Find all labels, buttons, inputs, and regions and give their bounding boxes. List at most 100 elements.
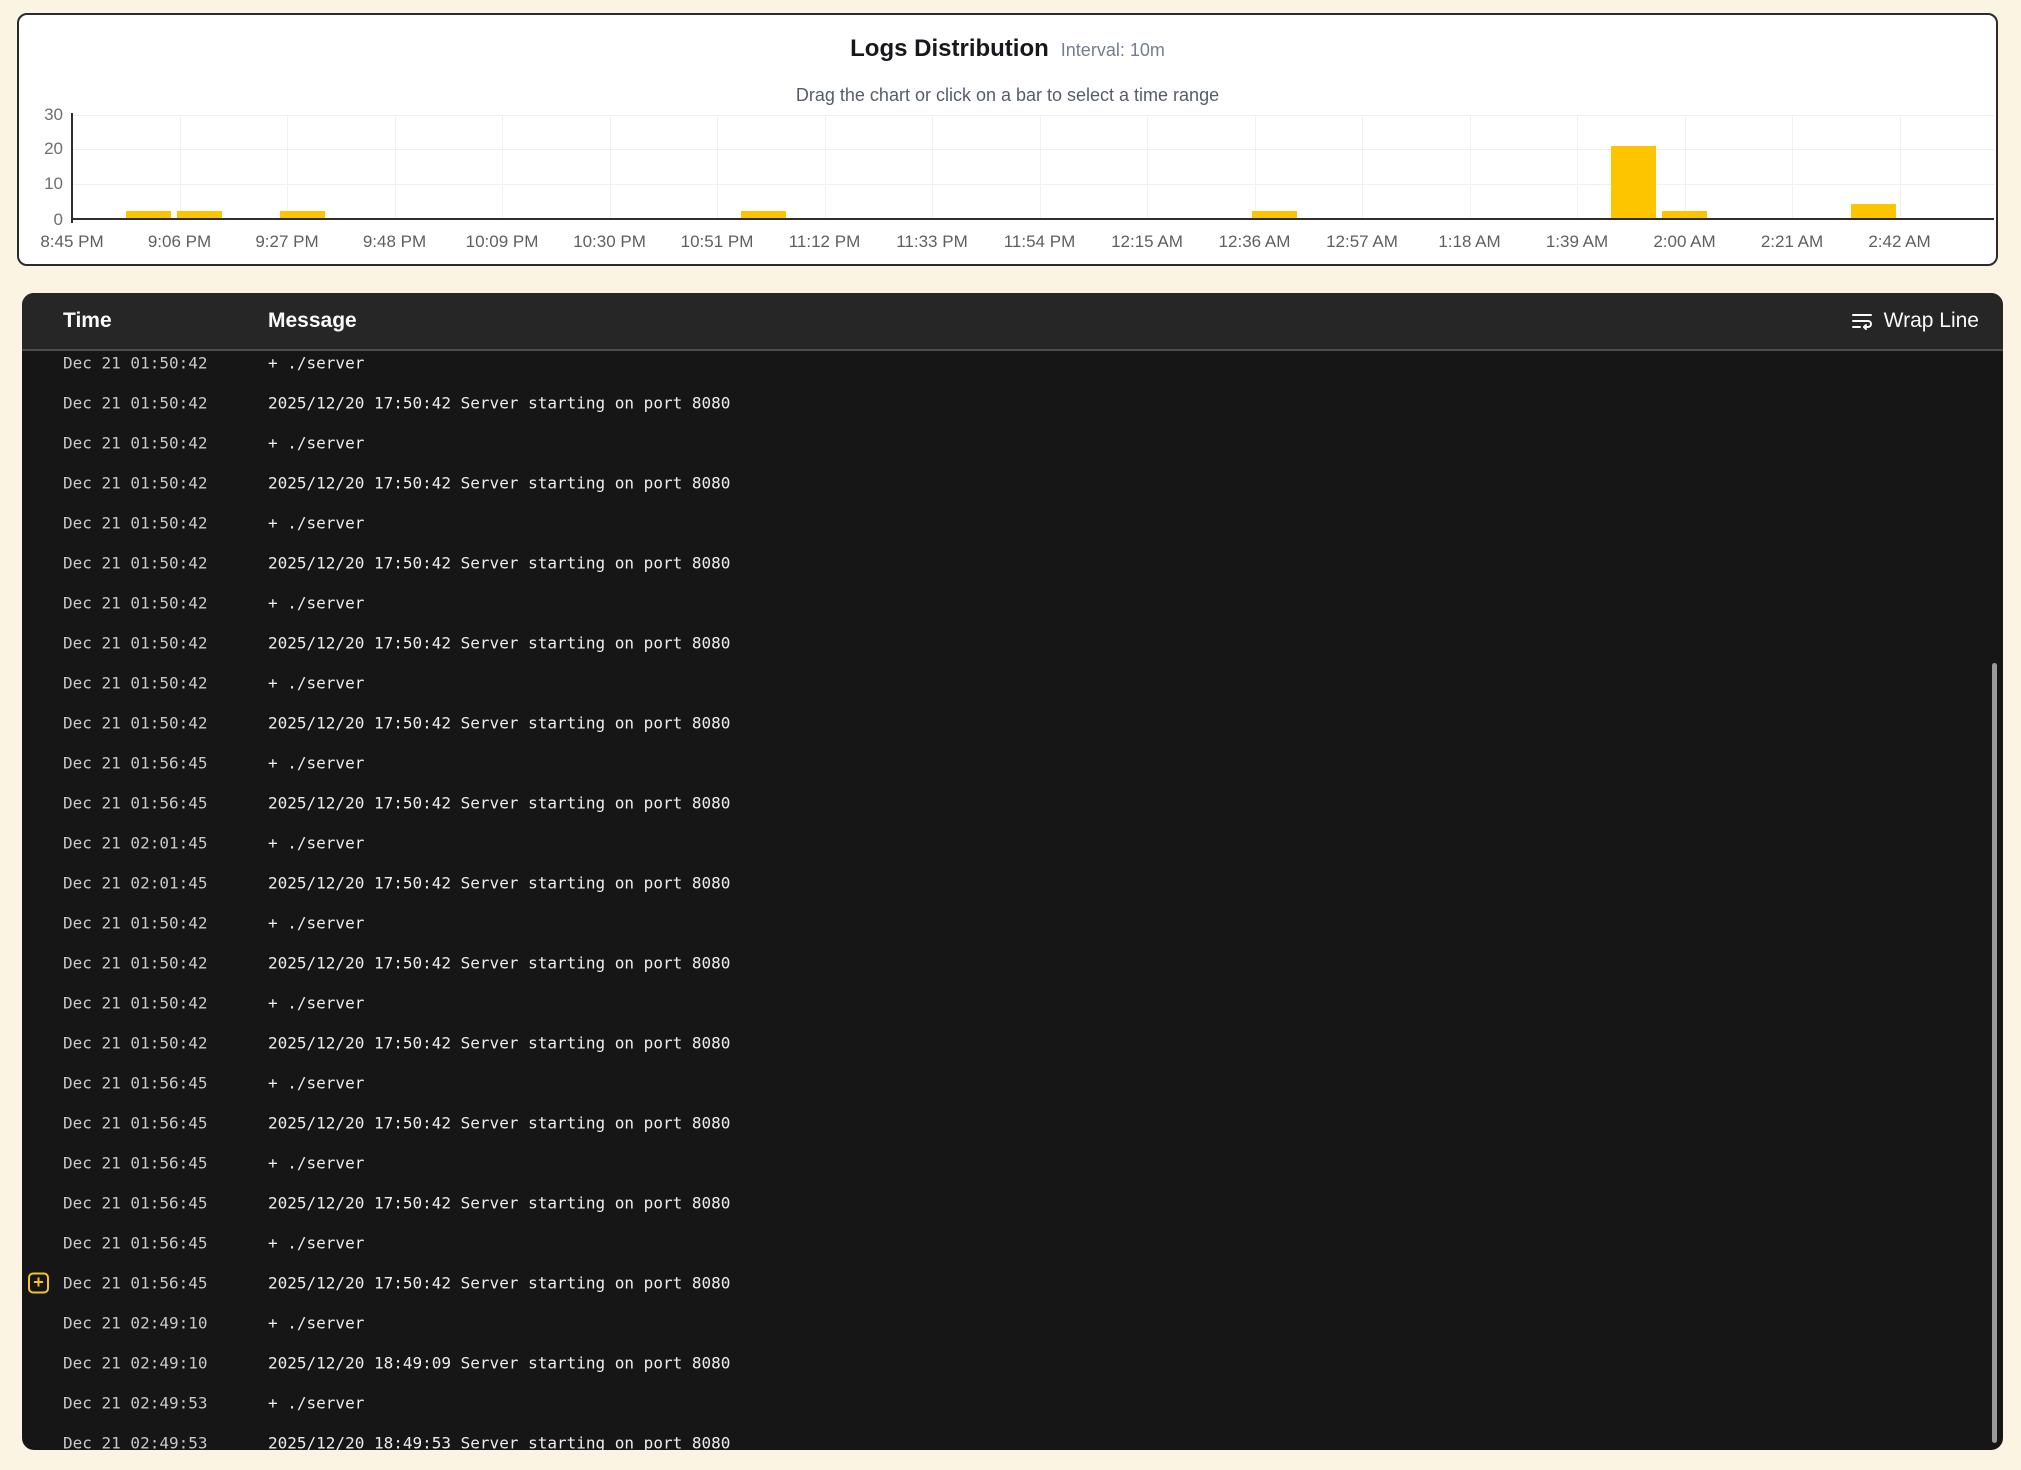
log-row[interactable]: Dec 21 01:50:42 2025/12/20 17:50:42 Serve… bbox=[22, 623, 2003, 663]
log-time-cell: Dec 21 02:01:45 bbox=[63, 874, 208, 893]
log-message-cell: + ./server bbox=[268, 514, 364, 533]
log-message-cell: 2025/12/20 17:50:42 Server starting on p… bbox=[268, 714, 730, 733]
log-row[interactable]: Dec 21 01:56:45 + ./server bbox=[22, 743, 2003, 783]
log-message-cell: + ./server bbox=[268, 754, 364, 773]
log-message-cell: + ./server bbox=[268, 1394, 364, 1413]
log-time-cell: Dec 21 01:50:42 bbox=[63, 554, 208, 573]
x-axis-tick-label: 2:42 AM bbox=[1845, 232, 1955, 252]
log-message-cell: 2025/12/20 18:49:53 Server starting on p… bbox=[268, 1434, 730, 1451]
log-row[interactable]: Dec 21 01:50:42 2025/12/20 17:50:42 Serve… bbox=[22, 943, 2003, 983]
log-time-cell: Dec 21 02:49:10 bbox=[63, 1314, 208, 1333]
log-row[interactable]: Dec 21 01:50:42 + ./server bbox=[22, 583, 2003, 623]
log-row[interactable]: Dec 21 02:01:45+ ./server bbox=[22, 823, 2003, 863]
histogram-bar[interactable] bbox=[741, 211, 786, 218]
histogram-bar[interactable] bbox=[126, 211, 171, 218]
log-message-cell: 2025/12/20 17:50:42 Server starting on p… bbox=[268, 634, 730, 653]
vertical-scrollbar-thumb[interactable] bbox=[1992, 663, 1997, 1443]
log-message-cell: 2025/12/20 17:50:42 Server starting on p… bbox=[268, 474, 730, 493]
x-axis-tick-label: 11:12 PM bbox=[770, 232, 880, 252]
x-axis-tick-label: 9:06 PM bbox=[125, 232, 235, 252]
log-time-cell: Dec 21 01:50:42 bbox=[63, 474, 208, 493]
log-time-cell: Dec 21 01:50:42 bbox=[63, 994, 208, 1013]
log-message-cell: + ./server bbox=[268, 434, 364, 453]
histogram-bar[interactable] bbox=[1611, 146, 1656, 218]
log-time-cell: Dec 21 01:50:42 bbox=[63, 714, 208, 733]
log-row[interactable]: Dec 21 01:50:422025/12/20 17:50:42 Serve… bbox=[22, 1023, 2003, 1063]
log-message-cell: + ./server bbox=[268, 674, 364, 693]
log-row[interactable]: Dec 21 01:56:45 + ./server bbox=[22, 1063, 2003, 1103]
log-row[interactable]: Dec 21 02:01:45 2025/12/20 17:50:42 Serve… bbox=[22, 863, 2003, 903]
log-row[interactable]: Dec 21 02:49:532025/12/20 18:49:53 Serve… bbox=[22, 1423, 2003, 1450]
histogram-bar[interactable] bbox=[1851, 204, 1896, 218]
x-axis-tick-label: 10:09 PM bbox=[447, 232, 557, 252]
log-row[interactable]: Dec 21 01:56:45 2025/12/20 17:50:42 Serve… bbox=[22, 1183, 2003, 1223]
log-message-cell: 2025/12/20 17:50:42 Server starting on p… bbox=[268, 954, 730, 973]
log-time-cell: Dec 21 01:56:45 bbox=[63, 1114, 208, 1133]
wrap-text-icon bbox=[1850, 309, 1874, 333]
log-row[interactable]: Dec 21 01:50:42 2025/12/20 17:50:42 Serve… bbox=[22, 463, 2003, 503]
log-row[interactable]: +Dec 21 01:56:452025/12/20 17:50:42 Serv… bbox=[22, 1263, 2003, 1303]
log-row[interactable]: Dec 21 01:56:45+ ./server bbox=[22, 1223, 2003, 1263]
log-message-cell: + ./server bbox=[268, 1314, 364, 1333]
x-axis-tick-label: 9:27 PM bbox=[232, 232, 342, 252]
chart-drag-area[interactable] bbox=[71, 115, 1994, 218]
log-message-cell: + ./server bbox=[268, 354, 364, 373]
log-row[interactable]: Dec 21 02:49:102025/12/20 18:49:09 Serve… bbox=[22, 1343, 2003, 1383]
log-row[interactable]: Dec 21 02:49:10 + ./server bbox=[22, 1303, 2003, 1343]
x-axis-tick-label: 10:30 PM bbox=[555, 232, 665, 252]
log-message-cell: + ./server bbox=[268, 594, 364, 613]
histogram-bar[interactable] bbox=[1252, 211, 1297, 218]
log-row[interactable]: Dec 21 01:50:42+ ./server bbox=[22, 903, 2003, 943]
log-row[interactable]: Dec 21 01:56:452025/12/20 17:50:42 Serve… bbox=[22, 1103, 2003, 1143]
log-time-cell: Dec 21 01:56:45 bbox=[63, 1194, 208, 1213]
log-row[interactable]: Dec 21 01:50:42+ ./server bbox=[22, 503, 2003, 543]
log-time-cell: Dec 21 01:56:45 bbox=[63, 1154, 208, 1173]
x-axis-tick-label: 11:54 PM bbox=[985, 232, 1095, 252]
log-row[interactable]: Dec 21 01:50:422025/12/20 17:50:42 Serve… bbox=[22, 383, 2003, 423]
log-message-cell: 2025/12/20 17:50:42 Server starting on p… bbox=[268, 1034, 730, 1053]
log-row[interactable]: Dec 21 01:50:42 + ./server bbox=[22, 663, 2003, 703]
log-row[interactable]: Dec 21 01:50:42 + ./server bbox=[22, 343, 2003, 383]
log-message-cell: 2025/12/20 17:50:42 Server starting on p… bbox=[268, 1194, 730, 1213]
x-axis-tick-label: 8:45 PM bbox=[17, 232, 127, 252]
x-axis-tick-label: 12:36 AM bbox=[1200, 232, 1310, 252]
x-axis-tick-label: 9:48 PM bbox=[340, 232, 450, 252]
log-row[interactable]: Dec 21 01:56:452025/12/20 17:50:42 Serve… bbox=[22, 783, 2003, 823]
log-time-cell: Dec 21 02:01:45 bbox=[63, 834, 208, 853]
log-time-cell: Dec 21 01:50:42 bbox=[63, 674, 208, 693]
expand-row-button[interactable]: + bbox=[28, 1273, 49, 1294]
y-axis-tick-label: 0 bbox=[29, 210, 63, 230]
y-axis-tick-label: 30 bbox=[29, 105, 63, 125]
log-rows-list: Dec 21 01:50:42 + ./server Dec 21 01:50:42… bbox=[22, 343, 2003, 1450]
log-row[interactable]: Dec 21 01:56:45+ ./server bbox=[22, 1143, 2003, 1183]
x-axis-tick-label: 2:21 AM bbox=[1737, 232, 1847, 252]
plus-icon: + bbox=[33, 1273, 43, 1293]
log-time-cell: Dec 21 01:50:42 bbox=[63, 594, 208, 613]
log-row[interactable]: Dec 21 01:50:42 2025/12/20 17:50:42 Serve… bbox=[22, 703, 2003, 743]
log-time-cell: Dec 21 01:50:42 bbox=[63, 634, 208, 653]
x-axis-tick-label: 1:18 AM bbox=[1415, 232, 1525, 252]
wrap-line-label: Wrap Line bbox=[1884, 309, 1979, 333]
log-time-cell: Dec 21 01:50:42 bbox=[63, 394, 208, 413]
log-time-cell: Dec 21 01:56:45 bbox=[63, 754, 208, 773]
log-time-cell: Dec 21 01:56:45 bbox=[63, 1074, 208, 1093]
log-time-cell: Dec 21 01:50:42 bbox=[63, 954, 208, 973]
log-message-cell: + ./server bbox=[268, 1074, 364, 1093]
log-row[interactable]: Dec 21 01:50:422025/12/20 17:50:42 Serve… bbox=[22, 543, 2003, 583]
histogram-bar[interactable] bbox=[177, 211, 222, 218]
log-row[interactable]: Dec 21 01:50:42 + ./server bbox=[22, 423, 2003, 463]
histogram-bar[interactable] bbox=[1662, 211, 1707, 218]
log-time-cell: Dec 21 01:50:42 bbox=[63, 434, 208, 453]
log-message-cell: + ./server bbox=[268, 994, 364, 1013]
log-row[interactable]: Dec 21 01:50:42 + ./server bbox=[22, 983, 2003, 1023]
log-time-cell: Dec 21 01:56:45 bbox=[63, 1274, 208, 1293]
x-axis-tick-label: 12:57 AM bbox=[1307, 232, 1417, 252]
log-row[interactable]: Dec 21 02:49:53+ ./server bbox=[22, 1383, 2003, 1423]
log-time-cell: Dec 21 01:56:45 bbox=[63, 1234, 208, 1253]
wrap-line-button[interactable]: Wrap Line bbox=[1850, 309, 1979, 333]
histogram-bar[interactable] bbox=[280, 211, 325, 218]
x-axis bbox=[71, 218, 1994, 220]
log-time-cell: Dec 21 01:50:42 bbox=[63, 354, 208, 373]
x-axis-tick-label: 1:39 AM bbox=[1522, 232, 1632, 252]
log-message-cell: 2025/12/20 17:50:42 Server starting on p… bbox=[268, 874, 730, 893]
